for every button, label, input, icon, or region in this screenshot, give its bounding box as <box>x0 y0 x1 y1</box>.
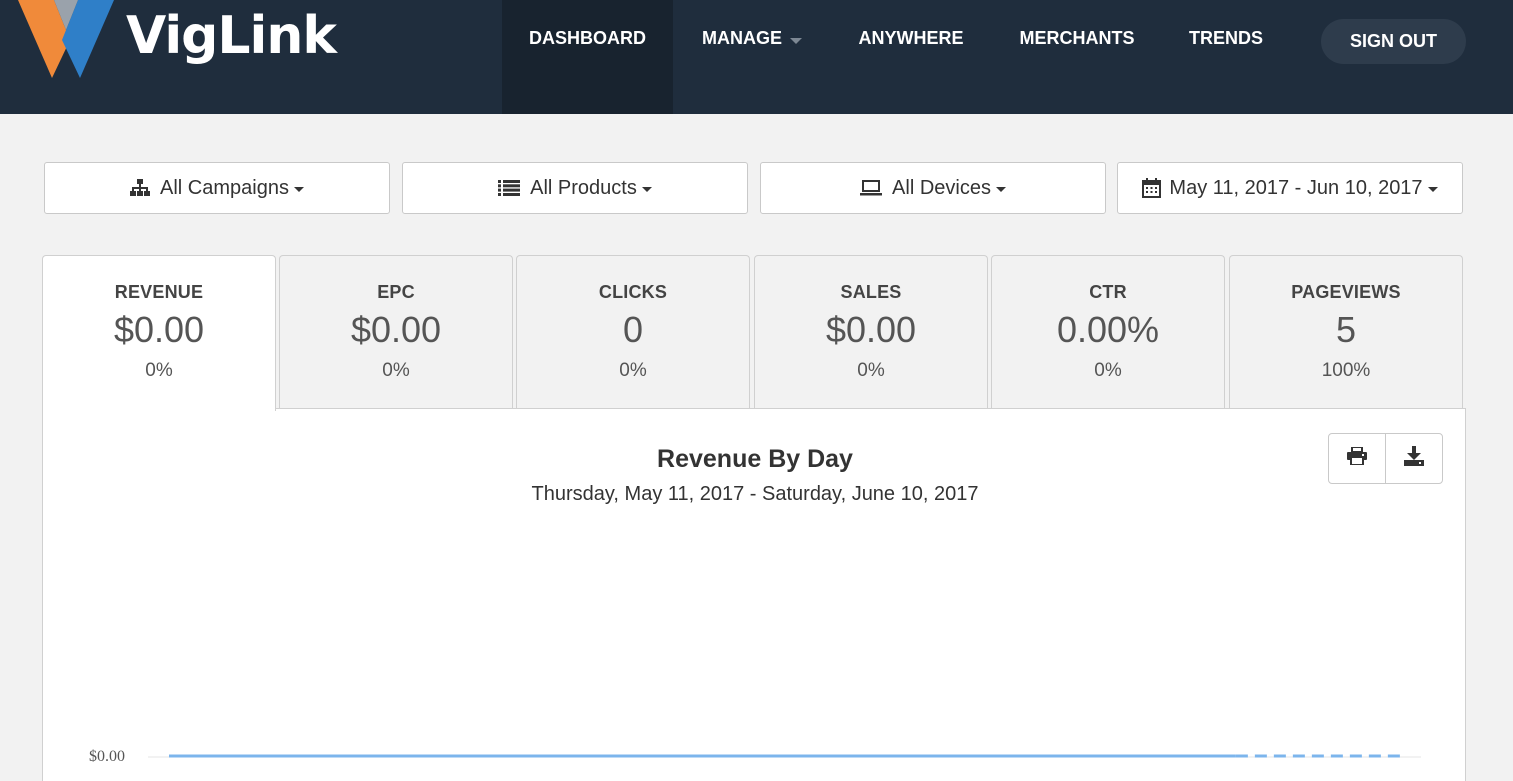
nav-manage-label: MANAGE <box>702 28 782 48</box>
caret-down-icon <box>995 187 1006 192</box>
sitemap-icon <box>130 179 151 197</box>
nav-manage[interactable]: MANAGE <box>673 0 831 114</box>
metric-value: 0 <box>622 309 644 350</box>
metric-tab-ctr[interactable]: CTR 0.00% 0% <box>991 255 1225 409</box>
nav-anywhere-label: ANYWHERE <box>858 28 964 48</box>
revenue-line-chart <box>148 754 1421 758</box>
date-range-label: May 11, 2017 - Jun 10, 2017 <box>1169 176 1423 199</box>
metric-value: 5 <box>1335 309 1357 350</box>
metric-label: SALES <box>840 282 902 302</box>
viglink-logo-mark <box>18 0 114 78</box>
products-filter-dropdown[interactable]: All Products <box>402 162 748 214</box>
nav-merchants-label: MERCHANTS <box>1019 28 1135 48</box>
metric-change: 0% <box>145 360 173 381</box>
metric-label: CTR <box>1089 282 1127 302</box>
metric-tab-pageviews[interactable]: PAGEVIEWS 5 100% <box>1229 255 1463 409</box>
metric-change: 0% <box>857 360 885 381</box>
metric-tab-clicks[interactable]: CLICKS 0 0% <box>516 255 750 409</box>
metric-value: 0.00% <box>1056 309 1160 350</box>
nav-merchants[interactable]: MERCHANTS <box>991 0 1163 114</box>
devices-filter-label: All Devices <box>892 176 991 199</box>
campaigns-filter-label: All Campaigns <box>160 176 289 199</box>
y-tick-label: $0.00 <box>89 748 125 765</box>
nav-anywhere[interactable]: ANYWHERE <box>831 0 991 114</box>
nav-trends[interactable]: TRENDS <box>1163 0 1289 114</box>
metric-tab-sales[interactable]: SALES $0.00 0% <box>754 255 988 409</box>
nav-dashboard-label: DASHBOARD <box>529 28 646 48</box>
metric-change: 100% <box>1321 360 1371 381</box>
metric-label: REVENUE <box>114 282 204 302</box>
metric-change: 0% <box>619 360 647 381</box>
date-range-picker[interactable]: May 11, 2017 - Jun 10, 2017 <box>1117 162 1463 214</box>
metric-label: PAGEVIEWS <box>1291 282 1401 302</box>
products-filter-label: All Products <box>530 176 637 199</box>
metric-tab-epc[interactable]: EPC $0.00 0% <box>279 255 513 409</box>
logo-text: VigLink <box>126 6 337 66</box>
caret-down-icon <box>293 187 304 192</box>
metric-value: $0.00 <box>113 309 205 350</box>
nav-trends-label: TRENDS <box>1188 28 1263 48</box>
sign-out-button[interactable]: SIGN OUT <box>1321 19 1466 64</box>
chart-panel: Revenue By Day Thursday, May 11, 2017 - … <box>42 408 1466 781</box>
caret-down-icon <box>641 187 652 192</box>
metric-label: EPC <box>377 282 415 302</box>
top-navigation-bar: VigLink DASHBOARD MANAGE ANYWHERE MERCHA… <box>0 0 1513 114</box>
laptop-icon <box>860 180 883 196</box>
caret-down-icon <box>1427 187 1438 192</box>
nav-dashboard[interactable]: DASHBOARD <box>502 0 673 114</box>
calendar-icon <box>1142 178 1162 198</box>
metric-value: $0.00 <box>350 309 442 350</box>
metric-tab-revenue[interactable]: REVENUE $0.00 0% <box>42 255 276 411</box>
metric-change: 0% <box>382 360 410 381</box>
campaigns-filter-dropdown[interactable]: All Campaigns <box>44 162 390 214</box>
metric-value: $0.00 <box>825 309 917 350</box>
metric-label: CLICKS <box>598 282 668 302</box>
devices-filter-dropdown[interactable]: All Devices <box>760 162 1106 214</box>
caret-down-icon <box>790 38 802 44</box>
list-icon <box>498 180 521 196</box>
metric-change: 0% <box>1094 360 1122 381</box>
